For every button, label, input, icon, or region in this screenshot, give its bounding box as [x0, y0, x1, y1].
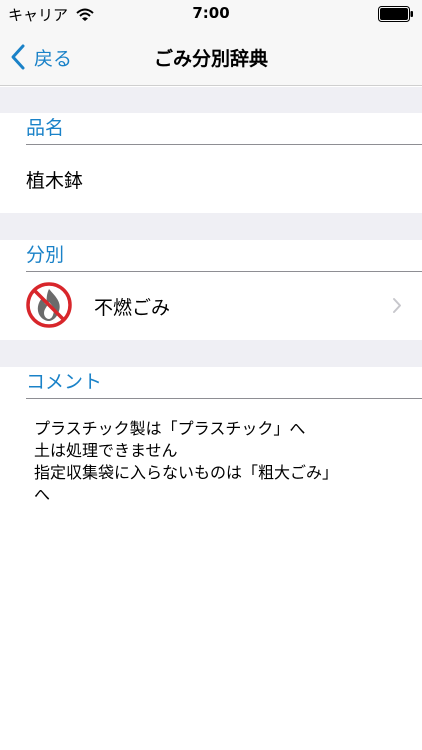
category-section-header: 分別 — [26, 240, 422, 272]
comment-line: 土は処理できません — [34, 441, 178, 460]
chevron-right-icon — [393, 298, 401, 313]
name-section-header: 品名 — [26, 113, 422, 145]
category-value: 不燃ごみ — [94, 297, 171, 319]
comment-line: 指定収集袋に入らないものは「粗大ごみ」 — [34, 463, 339, 482]
page-title: ごみ分別辞典 — [153, 48, 268, 70]
section-gap — [0, 213, 422, 240]
status-bar: キャリア 7:00 — [0, 0, 422, 28]
comment-section-header: コメント — [26, 367, 422, 399]
item-name-value: 植木鉢 — [26, 170, 84, 192]
section-gap — [0, 340, 422, 367]
comment-line: プラスチック製は「プラスチック」へ — [34, 419, 306, 438]
no-burn-icon — [26, 282, 72, 328]
section-gap — [0, 87, 422, 113]
status-time: 7:00 — [192, 4, 230, 22]
comment-line: へ — [34, 485, 51, 504]
comment-text: プラスチック製は「プラスチック」へ 土は処理できません 指定収集袋に入らないもの… — [34, 418, 394, 506]
category-row[interactable]: 不燃ごみ — [0, 272, 422, 338]
battery-icon — [378, 6, 413, 22]
navigation-bar: 戻る ごみ分別辞典 — [0, 28, 422, 86]
